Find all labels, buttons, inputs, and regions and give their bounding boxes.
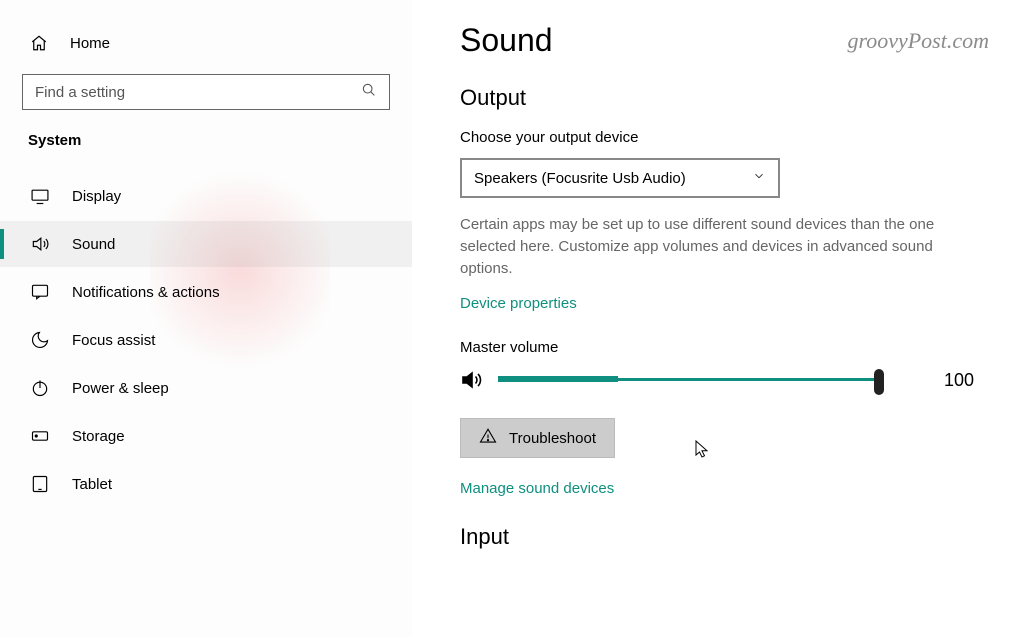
page-title: Sound	[460, 22, 985, 59]
home-icon	[30, 34, 48, 52]
main-panel: Sound Output Choose your output device S…	[412, 0, 1019, 637]
sidebar-item-label: Storage	[72, 428, 125, 445]
home-label: Home	[70, 35, 110, 52]
sidebar-item-focus-assist[interactable]: Focus assist	[0, 317, 412, 363]
warning-icon	[479, 427, 497, 449]
focus-icon	[30, 330, 50, 350]
sidebar-item-label: Focus assist	[72, 332, 155, 349]
output-device-dropdown[interactable]: Speakers (Focusrite Usb Audio)	[460, 158, 780, 198]
master-volume-label: Master volume	[460, 339, 985, 356]
sidebar: Home System Display Sound Notifications …	[0, 0, 412, 637]
storage-icon	[30, 426, 50, 446]
tablet-icon	[30, 474, 50, 494]
sidebar-item-sound[interactable]: Sound	[0, 221, 412, 267]
category-system: System	[0, 132, 412, 153]
sidebar-item-notifications[interactable]: Notifications & actions	[0, 269, 412, 315]
search-box[interactable]	[22, 74, 390, 110]
sidebar-item-label: Sound	[72, 236, 115, 253]
sound-icon	[30, 234, 50, 254]
sidebar-item-label: Notifications & actions	[72, 284, 220, 301]
output-help-text: Certain apps may be set up to use differ…	[460, 214, 980, 279]
search-wrap	[22, 74, 390, 110]
volume-value: 100	[944, 370, 974, 391]
slider-thumb[interactable]	[874, 369, 884, 395]
volume-row: 100	[460, 368, 985, 392]
display-icon	[30, 186, 50, 206]
sidebar-item-power-sleep[interactable]: Power & sleep	[0, 365, 412, 411]
manage-sound-devices-link[interactable]: Manage sound devices	[460, 480, 614, 497]
section-output: Output	[460, 85, 985, 111]
troubleshoot-button[interactable]: Troubleshoot	[460, 418, 615, 458]
sidebar-item-tablet[interactable]: Tablet	[0, 461, 412, 507]
device-properties-link[interactable]: Device properties	[460, 295, 577, 312]
sidebar-item-storage[interactable]: Storage	[0, 413, 412, 459]
speaker-icon[interactable]	[460, 368, 484, 392]
section-input: Input	[460, 524, 985, 550]
search-icon	[361, 82, 377, 103]
sidebar-item-label: Tablet	[72, 476, 112, 493]
sidebar-item-display[interactable]: Display	[0, 173, 412, 219]
chevron-down-icon	[752, 169, 766, 187]
output-device-value: Speakers (Focusrite Usb Audio)	[474, 170, 686, 187]
volume-slider[interactable]	[498, 371, 878, 389]
power-icon	[30, 378, 50, 398]
notifications-icon	[30, 282, 50, 302]
home-link[interactable]: Home	[0, 28, 412, 58]
troubleshoot-label: Troubleshoot	[509, 430, 596, 447]
search-input[interactable]	[35, 84, 361, 101]
slider-fill	[498, 376, 618, 382]
choose-output-label: Choose your output device	[460, 129, 985, 146]
sidebar-item-label: Power & sleep	[72, 380, 169, 397]
sidebar-item-label: Display	[72, 188, 121, 205]
